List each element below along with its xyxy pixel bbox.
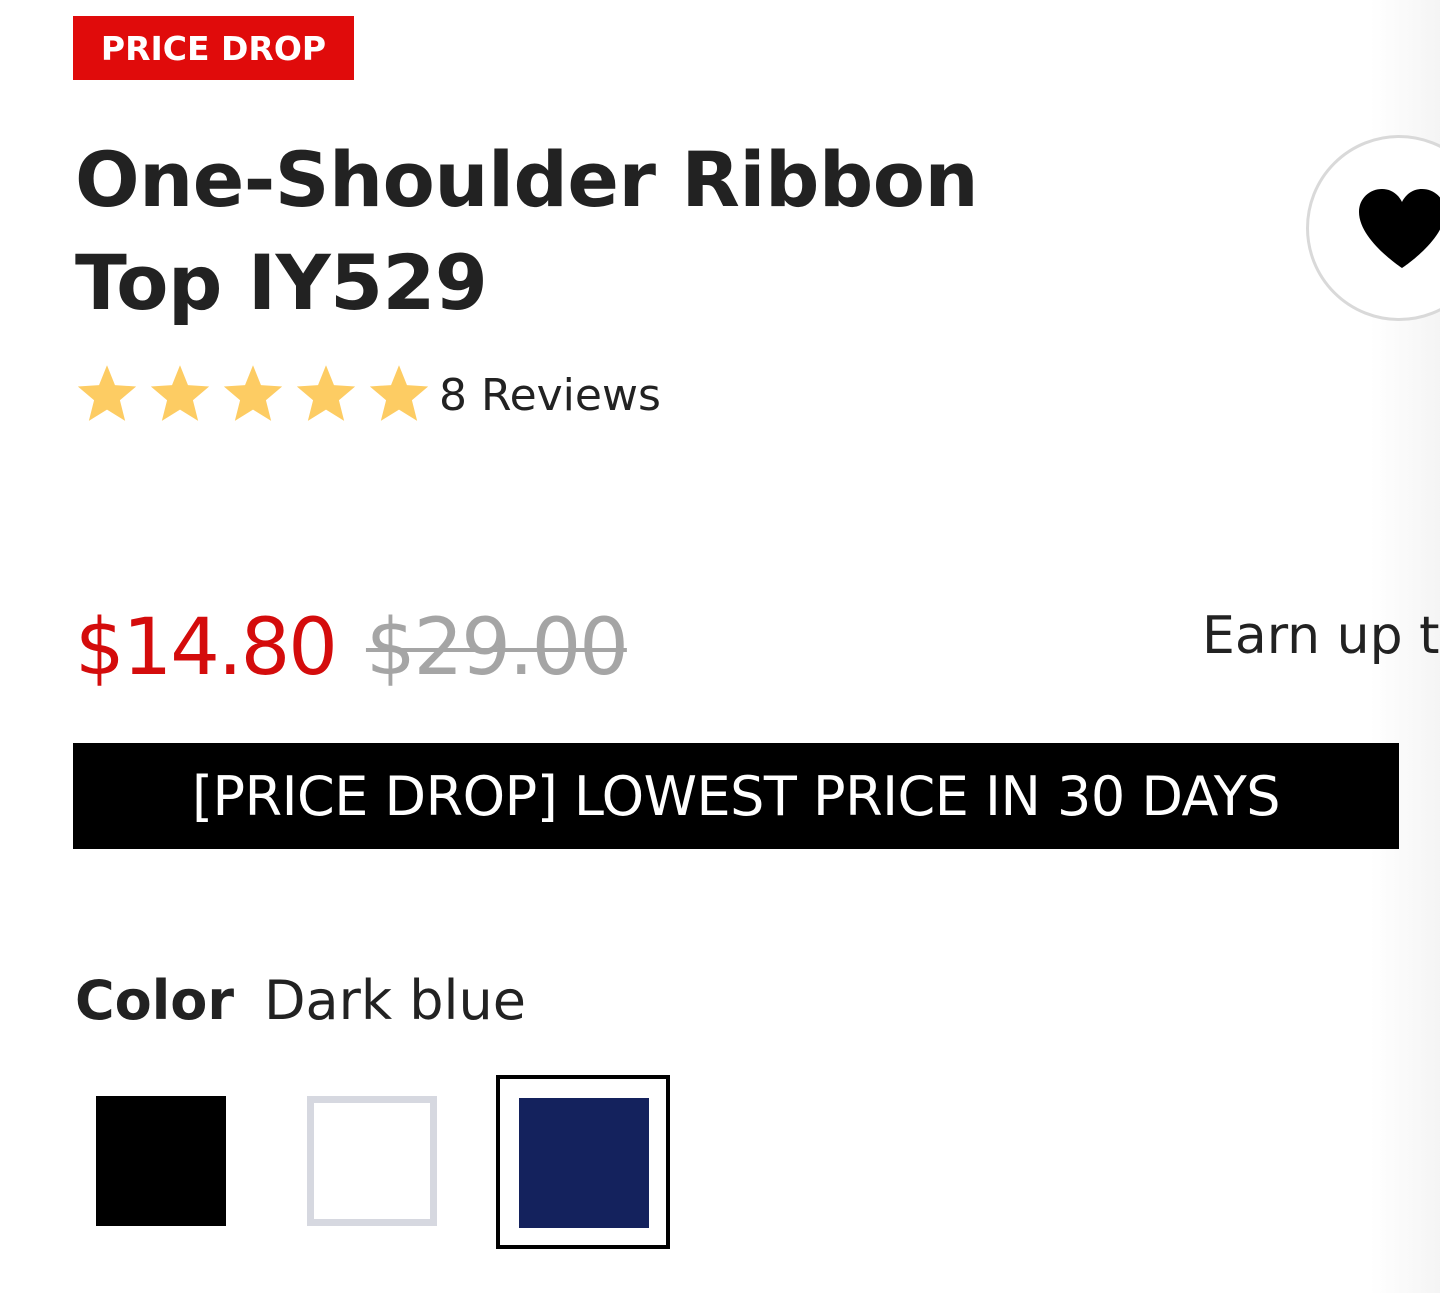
color-swatch-white[interactable]: [286, 1075, 460, 1249]
star-icon: [77, 365, 137, 421]
price-drop-badge-label: PRICE DROP: [100, 28, 327, 68]
star-icon: [369, 365, 429, 421]
selected-color-value: Dark blue: [263, 968, 527, 1032]
star-rating: [73, 362, 433, 428]
product-title: One-Shoulder Ribbon Top IY529: [75, 135, 979, 327]
price-drop-banner: [PRICE DROP] LOWEST PRICE IN 30 DAYS: [73, 743, 1399, 849]
price-row: $14.80 $29.00: [75, 598, 629, 698]
swatch-chip: [96, 1096, 226, 1226]
heart-icon: [1359, 189, 1440, 268]
color-selector-header: Color Dark blue: [75, 965, 526, 1035]
original-price: $29.00: [365, 603, 629, 693]
sale-price: $14.80: [75, 603, 338, 693]
color-swatch-black[interactable]: [75, 1075, 249, 1249]
swatch-chip: [307, 1096, 437, 1226]
price-drop-badge: PRICE DROP: [73, 16, 354, 80]
color-swatch-dark-blue[interactable]: [496, 1075, 670, 1249]
wishlist-button[interactable]: [1306, 135, 1440, 321]
star-icon: [223, 365, 283, 421]
star-icon: [296, 365, 356, 421]
rating: 8 Reviews: [73, 360, 661, 430]
color-label: Color: [75, 968, 234, 1032]
star-icon: [150, 365, 210, 421]
reviews-link[interactable]: 8 Reviews: [439, 370, 661, 421]
rewards-text: Earn up t: [1202, 606, 1440, 666]
swatch-chip: [519, 1098, 649, 1228]
price-drop-banner-text: [PRICE DROP] LOWEST PRICE IN 30 DAYS: [191, 764, 1281, 828]
